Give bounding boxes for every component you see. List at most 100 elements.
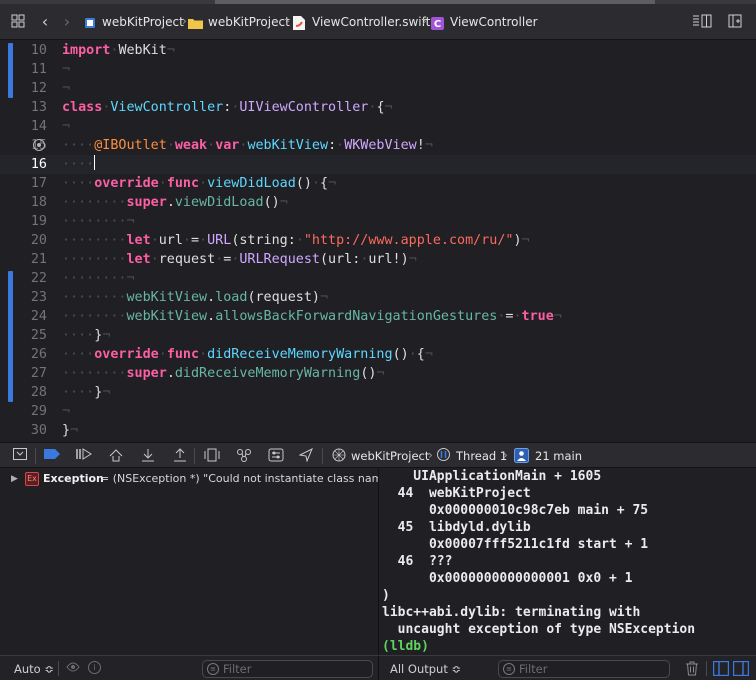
code-text[interactable]: ····}¬ [62, 383, 110, 402]
show-variables-view-icon[interactable] [712, 660, 730, 677]
step-over-icon[interactable] [108, 448, 124, 464]
code-line[interactable]: 26 ····override·func·didReceiveMemoryWarn… [0, 345, 756, 364]
jump-bar: ‹ › webKitProject › webKitProject › View… [0, 0, 756, 40]
line-number[interactable]: 14 [0, 117, 47, 136]
code-text[interactable]: ····@IBOutlet·weak·var·webKitView:·WKWeb… [62, 136, 433, 155]
tab-strip [0, 0, 756, 4]
line-number[interactable]: 17 [0, 174, 47, 193]
breadcrumb-folder[interactable]: webKitProject [208, 15, 290, 29]
code-line[interactable]: 24 ········webKitView.allowsBackForwardNa… [0, 307, 756, 326]
code-line[interactable]: 14 ¬ [0, 117, 756, 136]
code-text[interactable]: ····override·func·didReceiveMemoryWarnin… [62, 345, 433, 364]
code-line[interactable]: 30 }¬ [0, 421, 756, 440]
console-output[interactable]: UIApplicationMain + 1605 44 webKitProjec… [379, 469, 756, 655]
code-text[interactable]: ········super.didReceiveMemoryWarning()¬ [62, 364, 385, 383]
related-items-icon[interactable] [10, 14, 26, 30]
continue-icon[interactable] [76, 448, 92, 464]
debug-thread-label[interactable]: Thread 1 [456, 449, 507, 463]
code-text[interactable]: ········webKitView.load(request)¬ [62, 288, 328, 307]
code-text[interactable]: ········super.viewDidLoad()¬ [62, 193, 288, 212]
code-text[interactable]: ····override·func·viewDidLoad()·{¬ [62, 174, 336, 193]
code-line[interactable]: 13 class·ViewController:·UIViewController… [0, 98, 756, 117]
outlet-connection-icon[interactable] [33, 139, 45, 151]
code-text[interactable]: ········let·request·=·URLRequest(url:·ur… [62, 250, 417, 269]
variables-view[interactable]: ▶ Ex Exception = (NSException *) "Could … [0, 469, 378, 655]
line-number[interactable]: 30 [0, 421, 47, 440]
simulate-location-icon[interactable] [298, 447, 314, 464]
code-line[interactable]: 21 ········let·request·=·URLRequest(url:·… [0, 250, 756, 269]
step-into-icon[interactable] [140, 448, 156, 464]
code-line[interactable]: 29 ¬ [0, 402, 756, 421]
code-text[interactable]: ········¬ [62, 269, 135, 288]
code-line[interactable]: 19 ········¬ [0, 212, 756, 231]
code-review-icon[interactable] [692, 14, 712, 30]
info-icon[interactable]: i [88, 661, 101, 674]
console-line: 44 webKitProject [382, 486, 531, 501]
line-number[interactable]: 19 [0, 212, 47, 231]
back-icon[interactable]: ‹ [37, 14, 53, 30]
code-line[interactable]: 20 ········let·url·=·URL(string:·"http://… [0, 231, 756, 250]
code-text[interactable]: ¬ [62, 402, 70, 421]
trash-icon[interactable] [685, 661, 699, 676]
code-line[interactable]: 23 ········webKitView.load(request)¬ [0, 288, 756, 307]
debug-project-label[interactable]: webKitProject [351, 449, 429, 463]
console-filter-field[interactable]: ≡ Filter [498, 660, 670, 678]
line-number[interactable]: 20 [0, 231, 47, 250]
code-text[interactable]: ····}¬ [62, 326, 110, 345]
variables-scope-popup[interactable]: Auto ≎ [14, 662, 54, 676]
code-text[interactable]: ¬ [62, 60, 70, 79]
project-icon [84, 17, 96, 29]
variables-filter-field[interactable]: ≡ Filter [202, 660, 373, 678]
code-line[interactable]: 11 ¬ [0, 60, 756, 79]
breadcrumb-file[interactable]: ViewController.swift [312, 15, 430, 29]
code-line[interactable]: 18 ········super.viewDidLoad()¬ [0, 193, 756, 212]
code-line[interactable]: 25 ····}¬ [0, 326, 756, 345]
hide-debug-area-icon[interactable] [12, 448, 28, 464]
line-number[interactable]: 16 [0, 155, 47, 174]
code-text[interactable]: ···· [62, 155, 96, 174]
project-icon [331, 448, 347, 464]
view-hierarchy-icon[interactable] [204, 448, 220, 464]
environment-overrides-icon[interactable] [268, 448, 284, 464]
show-console-view-icon[interactable] [732, 660, 750, 677]
memory-graph-icon[interactable] [236, 448, 252, 464]
line-number[interactable]: 18 [0, 193, 47, 212]
code-line[interactable]: 22 ········¬ [0, 269, 756, 288]
code-line[interactable]: 12 ¬ [0, 79, 756, 98]
code-line[interactable]: 28 ····}¬ [0, 383, 756, 402]
breakpoints-toggle-icon[interactable] [43, 448, 61, 464]
code-text[interactable]: ¬ [62, 79, 70, 98]
code-line[interactable]: 10 import·WebKit¬ [0, 41, 756, 60]
debug-frame-label[interactable]: 21 main [535, 449, 582, 463]
line-number[interactable]: 21 [0, 250, 47, 269]
breadcrumb-project[interactable]: webKitProject [102, 15, 184, 29]
stack-frame-icon [513, 448, 529, 464]
code-text[interactable]: ¬ [62, 117, 70, 136]
code-text[interactable]: ········¬ [62, 212, 135, 231]
exception-badge-icon: Ex [25, 472, 39, 486]
quick-look-icon[interactable] [66, 661, 80, 675]
disclosure-triangle-icon[interactable]: ▶ [11, 469, 18, 489]
forward-icon[interactable]: › [59, 14, 75, 30]
code-text[interactable]: }¬ [62, 421, 78, 440]
code-text[interactable]: ········let·url·=·URL(string:·"http://ww… [62, 231, 530, 250]
code-text[interactable]: ········webKitView.allowsBackForwardNavi… [62, 307, 562, 326]
code-line[interactable]: 27 ········super.didReceiveMemoryWarning(… [0, 364, 756, 383]
code-text[interactable]: import·WebKit¬ [62, 41, 175, 60]
breadcrumb-separator: › [182, 14, 187, 28]
console-line: (lldb) [382, 639, 429, 654]
variable-row[interactable]: ▶ Ex Exception = (NSException *) "Could … [0, 469, 378, 489]
code-line[interactable]: 17 ····override·func·viewDidLoad()·{¬ [0, 174, 756, 193]
line-number[interactable]: 29 [0, 402, 47, 421]
code-text[interactable]: class·ViewController:·UIViewController·{… [62, 98, 393, 117]
source-editor[interactable]: 10 import·WebKit¬ 11 ¬ 12 ¬ 13 class·ViewContro… [0, 41, 756, 441]
line-number[interactable]: 13 [0, 98, 47, 117]
step-out-icon[interactable] [172, 448, 188, 464]
console-output-popup[interactable]: All Output ≎ [390, 662, 461, 676]
folder-icon [188, 17, 203, 29]
add-editor-icon[interactable] [727, 14, 743, 30]
code-line[interactable]: 15 ····@IBOutlet·weak·var·webKitView:·WKW… [0, 136, 756, 155]
breadcrumb-class[interactable]: ViewController [450, 15, 538, 29]
code-line[interactable]: 16 ···· [0, 155, 756, 174]
console-line: 45 libdyld.dylib [382, 520, 531, 535]
